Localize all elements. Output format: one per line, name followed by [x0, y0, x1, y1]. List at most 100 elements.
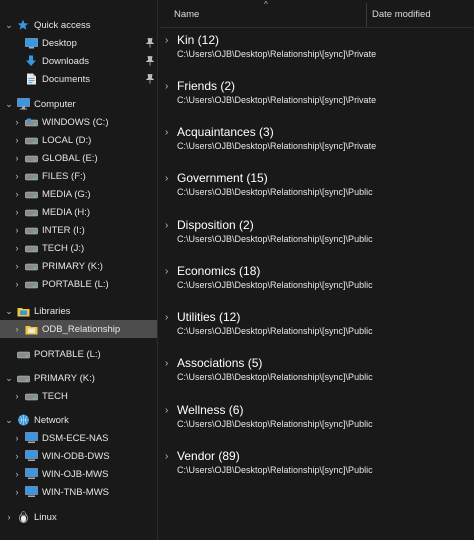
nav-quick-access-label: Quick access — [34, 19, 91, 31]
nav-drive-label: MEDIA (G:) — [42, 188, 91, 200]
nav-item-label: Documents — [42, 73, 91, 85]
chevron-right-icon[interactable]: › — [12, 451, 22, 461]
nav-drive-g[interactable]: › MEDIA (G:) — [0, 185, 158, 203]
group-acquaintances[interactable]: › Acquaintances (3) C:\Users\OJB\Desktop… — [160, 121, 474, 161]
nav-drive-j[interactable]: › TECH (J:) — [0, 239, 158, 257]
sort-ascending-icon: ^ — [264, 0, 268, 9]
chevron-right-icon[interactable]: › — [12, 469, 22, 479]
nav-item-win-ojb-mws[interactable]: › WIN-OJB-MWS — [0, 465, 158, 483]
nav-drive-h[interactable]: › MEDIA (H:) — [0, 203, 158, 221]
pin-icon[interactable] — [145, 56, 155, 66]
nav-drive-l[interactable]: › PORTABLE (L:) — [0, 275, 158, 293]
group-title[interactable]: Wellness (6) — [177, 403, 243, 417]
group-title[interactable]: Associations (5) — [177, 356, 262, 370]
drive-icon — [24, 152, 38, 164]
nav-item-win-tnb-mws[interactable]: › WIN-TNB-MWS — [0, 483, 158, 501]
group-utilities[interactable]: › Utilities (12) C:\Users\OJB\Desktop\Re… — [160, 306, 474, 346]
chevron-right-icon[interactable]: › — [12, 243, 22, 253]
nav-item-odb-relationship[interactable]: › ODB_Relationship — [0, 320, 158, 338]
chevron-right-icon[interactable]: › — [4, 512, 14, 522]
column-name-header[interactable]: Name — [174, 9, 199, 20]
chevron-down-icon[interactable]: ⌄ — [4, 99, 14, 110]
group-vendor[interactable]: › Vendor (89) C:\Users\OJB\Desktop\Relat… — [160, 445, 474, 485]
group-friends[interactable]: › Friends (2) C:\Users\OJB\Desktop\Relat… — [160, 75, 474, 115]
chevron-right-icon[interactable]: › — [12, 433, 22, 443]
chevron-down-icon[interactable]: ⌄ — [4, 20, 14, 31]
nav-computer[interactable]: ⌄ Computer — [0, 95, 158, 113]
nav-drive-f[interactable]: › FILES (F:) — [0, 167, 158, 185]
chevron-right-icon[interactable]: › — [12, 261, 22, 271]
chevron-right-icon[interactable]: › — [12, 171, 22, 181]
drive-icon — [24, 242, 38, 254]
nav-item-label: WIN-ODB-DWS — [42, 450, 110, 462]
nav-drive-label: LOCAL (D:) — [42, 134, 92, 146]
group-path: C:\Users\OJB\Desktop\Relationship\[sync]… — [177, 141, 377, 151]
group-title[interactable]: Kin (12) — [177, 33, 219, 47]
chevron-down-icon[interactable]: ⌄ — [4, 306, 14, 317]
group-title[interactable]: Utilities (12) — [177, 310, 240, 324]
group-kin[interactable]: › Kin (12) C:\Users\OJB\Desktop\Relation… — [160, 29, 474, 69]
drive-icon — [24, 278, 38, 290]
chevron-right-icon[interactable]: › — [165, 35, 168, 46]
chevron-right-icon[interactable]: › — [165, 81, 168, 92]
group-title[interactable]: Disposition (2) — [177, 218, 254, 232]
chevron-down-icon[interactable]: ⌄ — [4, 415, 14, 426]
group-wellness[interactable]: › Wellness (6) C:\Users\OJB\Desktop\Rela… — [160, 399, 474, 439]
group-disposition[interactable]: › Disposition (2) C:\Users\OJB\Desktop\R… — [160, 214, 474, 254]
chevron-right-icon[interactable]: › — [165, 451, 168, 462]
nav-drive-e[interactable]: › GLOBAL (E:) — [0, 149, 158, 167]
group-title[interactable]: Economics (18) — [177, 264, 260, 278]
chevron-right-icon[interactable]: › — [165, 266, 168, 277]
chevron-right-icon[interactable]: › — [165, 127, 168, 138]
group-title[interactable]: Government (15) — [177, 171, 268, 185]
nav-item-dsm-ece-nas[interactable]: › DSM-ECE-NAS — [0, 429, 158, 447]
column-date-modified-header[interactable]: Date modified — [372, 9, 431, 20]
nav-linux[interactable]: › Linux — [0, 508, 158, 526]
chevron-right-icon[interactable]: › — [12, 117, 22, 127]
pin-icon[interactable] — [145, 74, 155, 84]
nav-item-desktop[interactable]: Desktop — [0, 34, 158, 52]
pane-separator[interactable] — [157, 0, 158, 540]
nav-item-tech[interactable]: › TECH — [0, 387, 158, 405]
chevron-right-icon[interactable]: › — [12, 225, 22, 235]
chevron-right-icon[interactable]: › — [12, 207, 22, 217]
nav-linux-label: Linux — [34, 511, 57, 523]
chevron-right-icon[interactable]: › — [165, 405, 168, 416]
group-title[interactable]: Friends (2) — [177, 79, 235, 93]
nav-drive-i[interactable]: › INTER (I:) — [0, 221, 158, 239]
chevron-down-icon[interactable]: ⌄ — [4, 373, 14, 384]
chevron-right-icon[interactable]: › — [12, 391, 22, 401]
group-associations[interactable]: › Associations (5) C:\Users\OJB\Desktop\… — [160, 352, 474, 392]
chevron-right-icon[interactable]: › — [12, 487, 22, 497]
chevron-right-icon[interactable]: › — [12, 324, 22, 334]
chevron-right-icon[interactable]: › — [12, 189, 22, 199]
nav-item-win-odb-dws[interactable]: › WIN-ODB-DWS — [0, 447, 158, 465]
library-icon — [24, 323, 38, 335]
nav-network[interactable]: ⌄ Network — [0, 411, 158, 429]
nav-drive-c[interactable]: › WINDOWS (C:) — [0, 113, 158, 131]
nav-drive-k[interactable]: › PRIMARY (K:) — [0, 257, 158, 275]
nav-item-documents[interactable]: Documents — [0, 70, 158, 88]
chevron-right-icon[interactable]: › — [165, 220, 168, 231]
nav-portable-l[interactable]: PORTABLE (L:) — [0, 345, 158, 363]
nav-drive-d[interactable]: › LOCAL (D:) — [0, 131, 158, 149]
nav-primary-k[interactable]: ⌄ PRIMARY (K:) — [0, 369, 158, 387]
chevron-right-icon[interactable]: › — [12, 135, 22, 145]
nav-drive-label: INTER (I:) — [42, 224, 85, 236]
column-divider[interactable] — [366, 3, 367, 27]
chevron-right-icon[interactable]: › — [165, 173, 168, 184]
nav-drive-label: TECH (J:) — [42, 242, 85, 254]
chevron-right-icon[interactable]: › — [165, 312, 168, 323]
group-title[interactable]: Vendor (89) — [177, 449, 240, 463]
group-economics[interactable]: › Economics (18) C:\Users\OJB\Desktop\Re… — [160, 260, 474, 300]
chevron-right-icon[interactable]: › — [12, 153, 22, 163]
nav-libraries[interactable]: ⌄ Libraries — [0, 302, 158, 320]
group-government[interactable]: › Government (15) C:\Users\OJB\Desktop\R… — [160, 167, 474, 207]
computer-icon — [16, 98, 30, 110]
nav-item-downloads[interactable]: Downloads — [0, 52, 158, 70]
pin-icon[interactable] — [145, 38, 155, 48]
chevron-right-icon[interactable]: › — [165, 358, 168, 369]
chevron-right-icon[interactable]: › — [12, 279, 22, 289]
nav-quick-access[interactable]: ⌄ Quick access — [0, 16, 158, 34]
group-title[interactable]: Acquaintances (3) — [177, 125, 274, 139]
